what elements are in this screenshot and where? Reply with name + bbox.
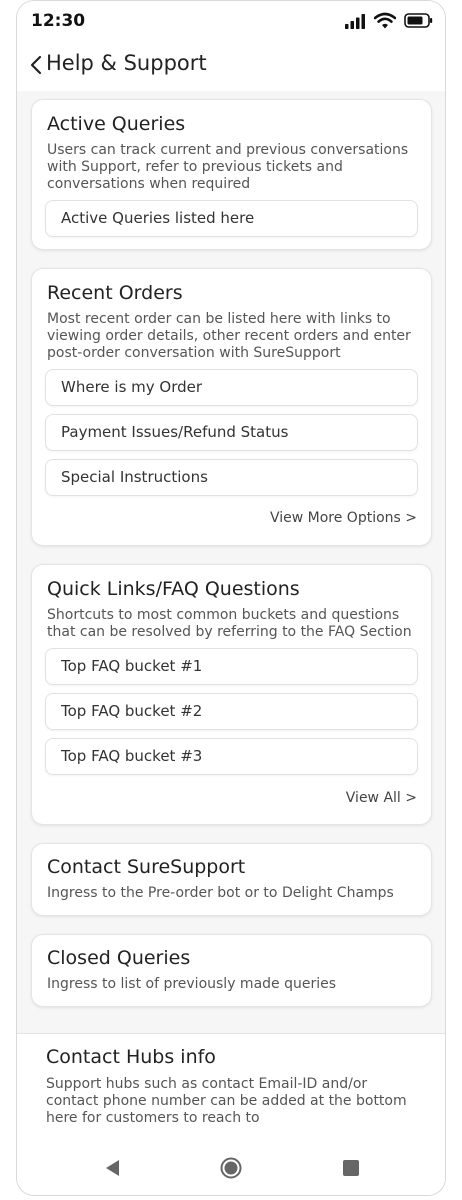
payment-issues-item[interactable]: Payment Issues/Refund Status xyxy=(45,414,418,451)
view-more-options-link[interactable]: View More Options > xyxy=(270,510,417,526)
active-queries-description: Users can track current and previous con… xyxy=(47,142,409,192)
page-title: Help & Support xyxy=(46,51,207,75)
circle-home-icon[interactable] xyxy=(219,1156,243,1180)
wifi-icon xyxy=(374,12,396,29)
view-all-link[interactable]: View All > xyxy=(346,790,417,806)
status-icons xyxy=(344,12,433,29)
quick-links-title: Quick Links/FAQ Questions xyxy=(47,578,300,600)
closed-queries-description: Ingress to list of previously made queri… xyxy=(47,976,337,992)
phone-frame: 12:30 Help & Support Active Queries User… xyxy=(16,0,446,1196)
battery-icon xyxy=(404,13,433,28)
recent-orders-description: Most recent order can be listed here wit… xyxy=(47,311,411,361)
active-queries-title: Active Queries xyxy=(47,113,186,135)
quick-links-description: Shortcuts to most common buckets and que… xyxy=(47,607,412,640)
contact-hubs-title: Contact Hubs info xyxy=(46,1046,216,1068)
contact-support-title: Contact SureSupport xyxy=(47,856,246,878)
active-queries-item[interactable]: Active Queries listed here xyxy=(45,200,418,237)
contact-support-card[interactable]: Contact SureSupport Ingress to the Pre-o… xyxy=(31,843,432,916)
app-header: Help & Support xyxy=(17,41,445,91)
special-instructions-item[interactable]: Special Instructions xyxy=(45,459,418,496)
faq-bucket-3-item[interactable]: Top FAQ bucket #3 xyxy=(45,738,418,775)
closed-queries-title: Closed Queries xyxy=(47,947,191,969)
where-is-my-order-item[interactable]: Where is my Order xyxy=(45,369,418,406)
square-recents-icon[interactable] xyxy=(339,1156,363,1180)
contact-hubs-description: Support hubs such as contact Email-ID an… xyxy=(46,1076,407,1126)
contact-support-description: Ingress to the Pre-order bot or to Delig… xyxy=(47,885,394,901)
faq-bucket-1-item[interactable]: Top FAQ bucket #1 xyxy=(45,648,418,685)
status-time: 12:30 xyxy=(31,11,86,31)
quick-links-card: Quick Links/FAQ Questions Shortcuts to m… xyxy=(31,564,432,825)
recent-orders-title: Recent Orders xyxy=(47,282,183,304)
chevron-left-icon[interactable] xyxy=(27,54,47,76)
status-bar: 12:30 xyxy=(17,1,445,41)
triangle-back-icon[interactable] xyxy=(101,1156,125,1180)
faq-bucket-2-item[interactable]: Top FAQ bucket #2 xyxy=(45,693,418,730)
closed-queries-card[interactable]: Closed Queries Ingress to list of previo… xyxy=(31,934,432,1007)
recent-orders-card: Recent Orders Most recent order can be l… xyxy=(31,268,432,546)
contact-hubs-section: Contact Hubs info Support hubs such as c… xyxy=(17,1033,445,1195)
signal-icon xyxy=(345,13,365,29)
active-queries-card: Active Queries Users can track current a… xyxy=(31,99,432,250)
navigation-bar xyxy=(17,1138,445,1195)
